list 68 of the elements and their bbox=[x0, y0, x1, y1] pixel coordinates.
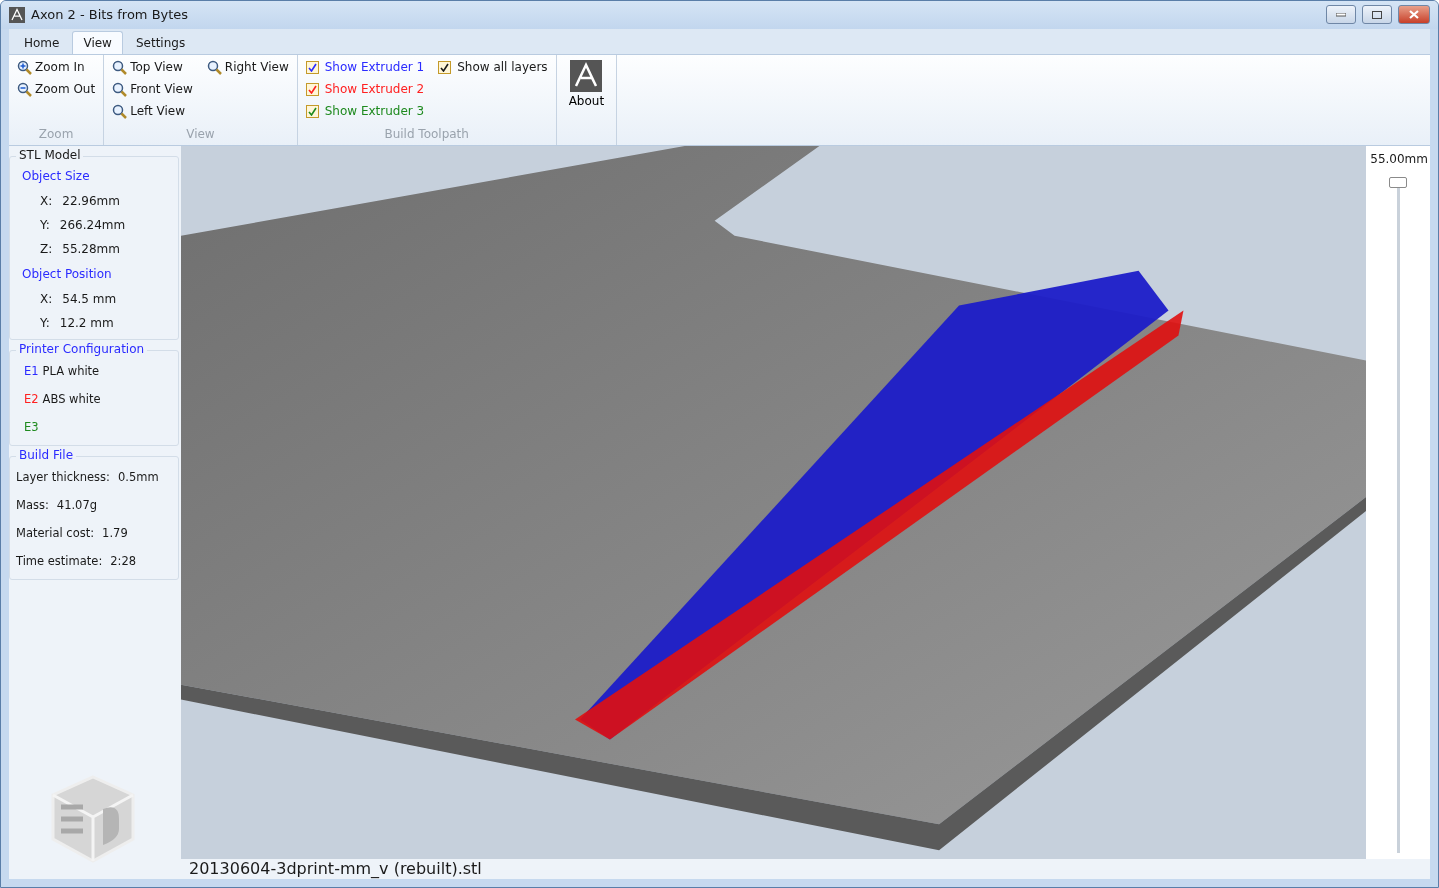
axis-value: 266.24mm bbox=[59, 217, 126, 232]
build-label: Layer thickness: bbox=[16, 469, 110, 484]
checkbox[interactable] bbox=[438, 60, 452, 74]
checkbox-label: Show Extruder 3 bbox=[324, 104, 425, 119]
section-title: Printer Configuration bbox=[16, 341, 148, 356]
axis-value: 55.28mm bbox=[62, 241, 120, 256]
section-title: Build File bbox=[16, 447, 77, 462]
build-value: 0.5mm bbox=[117, 469, 159, 484]
zoom-out-icon bbox=[17, 81, 32, 97]
maximize-icon bbox=[1372, 10, 1382, 19]
extruder-material: ABS white bbox=[42, 391, 101, 406]
checkbox-label: Show Extruder 1 bbox=[324, 60, 425, 75]
build-value: 1.79 bbox=[102, 525, 128, 540]
build-label: Mass: bbox=[16, 497, 49, 512]
magnifier-icon bbox=[112, 103, 128, 119]
axis-value: 22.96mm bbox=[62, 193, 120, 208]
build-label: Time estimate: bbox=[16, 553, 103, 568]
ribbon-button[interactable]: Zoom Out bbox=[17, 79, 96, 99]
checkbox-label: Show all layers bbox=[457, 60, 548, 75]
magnifier-icon bbox=[112, 81, 128, 97]
build-value: 2:28 bbox=[110, 553, 137, 568]
extruder-id: E1 bbox=[24, 363, 39, 378]
window-title: Axon 2 - Bits from Bytes bbox=[31, 7, 190, 23]
section-title: STL Model bbox=[16, 147, 84, 162]
axis-label: Z: bbox=[40, 241, 53, 256]
app-logo-icon bbox=[9, 6, 25, 23]
group-title: View bbox=[186, 126, 215, 141]
axis-label: X: bbox=[40, 291, 53, 306]
layer-height-reading: 55.00mm bbox=[1370, 151, 1429, 166]
checkbox[interactable] bbox=[305, 82, 319, 96]
ribbon-button[interactable]: Zoom In bbox=[17, 57, 96, 77]
extruder-id: E2 bbox=[24, 391, 39, 406]
checkbox[interactable] bbox=[305, 104, 319, 118]
ribbon-tab[interactable]: Home bbox=[13, 30, 71, 54]
axis-label: Y: bbox=[40, 217, 50, 232]
ribbon-tab[interactable]: Settings bbox=[124, 30, 197, 54]
minimize-icon bbox=[1336, 12, 1346, 17]
ribbon-button[interactable]: Front View bbox=[112, 79, 193, 99]
zoom-in-icon bbox=[17, 59, 32, 75]
build-label: Material cost: bbox=[16, 525, 95, 540]
section-heading: Object Position bbox=[22, 266, 112, 281]
magnifier-icon bbox=[206, 59, 222, 75]
maximize-button[interactable] bbox=[1362, 5, 1392, 25]
minimize-button[interactable] bbox=[1326, 5, 1356, 25]
checkbox-label: Show Extruder 2 bbox=[324, 82, 425, 97]
section-heading: Object Size bbox=[22, 168, 90, 183]
ribbon-button[interactable]: Top View bbox=[112, 57, 193, 77]
axis-value: 54.5 mm bbox=[62, 291, 117, 306]
build-plate-3d-view[interactable] bbox=[181, 145, 1366, 859]
close-icon bbox=[1409, 10, 1419, 20]
about-button[interactable]: About bbox=[564, 57, 609, 110]
app-logo-icon bbox=[570, 59, 603, 92]
group-title: Zoom bbox=[38, 126, 74, 141]
extruder-id: E3 bbox=[24, 419, 39, 434]
magnifier-icon bbox=[112, 59, 128, 75]
close-button[interactable] bbox=[1398, 5, 1430, 25]
axis-label: Y: bbox=[40, 315, 50, 330]
ribbon-button[interactable]: Left View bbox=[112, 101, 193, 121]
axis-value: 12.2 mm bbox=[59, 315, 114, 330]
ribbon-tab[interactable]: View bbox=[72, 30, 123, 54]
axis-label: X: bbox=[40, 193, 53, 208]
file-name: 20130604-3dprint-mm_v (rebuilt).stl bbox=[189, 859, 482, 878]
checkbox[interactable] bbox=[305, 60, 319, 74]
layer-slider-thumb[interactable] bbox=[1388, 176, 1407, 188]
group-title: Build Toolpath bbox=[384, 126, 469, 141]
extruder-material: PLA white bbox=[42, 363, 100, 378]
build-value: 41.07g bbox=[56, 497, 98, 512]
ribbon-button[interactable]: Right View bbox=[206, 57, 289, 77]
